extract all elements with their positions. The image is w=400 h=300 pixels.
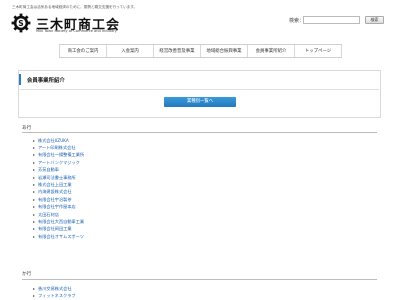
nav-item-join[interactable]: 入会案内 xyxy=(106,45,153,57)
nav-item-management[interactable]: 経営改善普及事業 xyxy=(153,45,200,57)
list-item[interactable]: 株式会社上田工業 xyxy=(33,181,84,188)
arrow-right-icon xyxy=(33,295,35,298)
member-list-ka: 香川交易株式会社 フィットネスクラブ xyxy=(33,285,76,300)
list-item[interactable]: アート印刷株式会社 xyxy=(33,144,84,151)
industry-list-button[interactable]: 業種別一覧へ xyxy=(164,97,236,107)
member-list-a: 株式会社IIZUKA アート印刷株式会社 有限会社一揚整備工業所 アートバンクマ… xyxy=(33,137,84,240)
svg-text:S: S xyxy=(18,19,23,28)
nav-item-about[interactable]: 商工会のご案内 xyxy=(59,45,106,57)
gear-logo-icon[interactable]: S xyxy=(11,13,31,33)
list-item[interactable]: 有限会社一揚整備工業所 xyxy=(33,152,84,159)
section-label-a: あ行 xyxy=(22,126,32,131)
list-item[interactable]: 株式会社IIZUKA xyxy=(33,137,84,144)
site-subtitle: Miki Town Society of Commerce and Indust… xyxy=(36,29,117,33)
arrow-right-icon xyxy=(33,235,35,238)
list-item[interactable]: 有限会社大西自動車工業 xyxy=(33,218,84,225)
page-title: 会員事業所紹介 xyxy=(27,78,65,84)
arrow-right-icon xyxy=(33,176,35,179)
title-divider xyxy=(20,89,379,90)
search-label: 検索： xyxy=(289,18,305,24)
list-item[interactable]: 岩瀬司法書士事務所 xyxy=(33,174,84,181)
nav-item-members[interactable]: 会員事業所紹介 xyxy=(247,45,294,57)
arrow-right-icon xyxy=(33,213,35,216)
section-divider-ka xyxy=(22,279,377,280)
list-item[interactable]: アートバンクマジック xyxy=(33,159,84,166)
tagline: 三木町商工会は活気ある地域経済のために、振興と親交支援を行っています。 xyxy=(12,5,138,9)
arrow-right-icon xyxy=(33,198,35,201)
list-item[interactable]: 芳苑自動車 xyxy=(33,167,84,174)
arrow-right-icon xyxy=(33,191,35,194)
arrow-right-icon xyxy=(33,220,35,223)
search-button[interactable]: 検索 xyxy=(365,16,384,24)
arrow-right-icon xyxy=(33,228,35,231)
search-input[interactable] xyxy=(303,16,360,24)
list-item[interactable]: 香川交易株式会社 xyxy=(33,285,76,292)
arrow-right-icon xyxy=(33,169,35,172)
section-label-ka: か行 xyxy=(22,272,32,277)
list-item[interactable]: 有限会社宇作屋本店 xyxy=(33,204,84,211)
arrow-right-icon xyxy=(33,154,35,157)
arrow-right-icon xyxy=(33,147,35,150)
list-item[interactable]: フィットネスクラブ xyxy=(33,292,76,299)
list-item[interactable]: 有限会社宇治製茶 xyxy=(33,196,84,203)
arrow-right-icon xyxy=(33,161,35,164)
content-header-box: 会員事業所紹介 業種別一覧へ xyxy=(18,70,381,118)
main-nav: 商工会のご案内 入会案内 経営改善普及事業 地域総合振興事業 会員事業所紹介 ト… xyxy=(59,44,342,58)
arrow-right-icon xyxy=(33,139,35,142)
arrow-right-icon xyxy=(33,206,35,209)
title-accent-bar xyxy=(19,74,21,85)
arrow-right-icon xyxy=(33,287,35,290)
list-item[interactable]: 有限会社オサムスポーツ xyxy=(33,233,84,240)
section-divider-a xyxy=(22,132,377,133)
list-item[interactable]: 太田石材店 xyxy=(33,211,84,218)
nav-item-top[interactable]: トップページ xyxy=(294,45,342,57)
list-item[interactable]: 内海建設株式会社 xyxy=(33,189,84,196)
nav-item-regional[interactable]: 地域総合振興事業 xyxy=(200,45,247,57)
list-item[interactable]: 有限会社岡田工業 xyxy=(33,226,84,233)
arrow-right-icon xyxy=(33,184,35,187)
